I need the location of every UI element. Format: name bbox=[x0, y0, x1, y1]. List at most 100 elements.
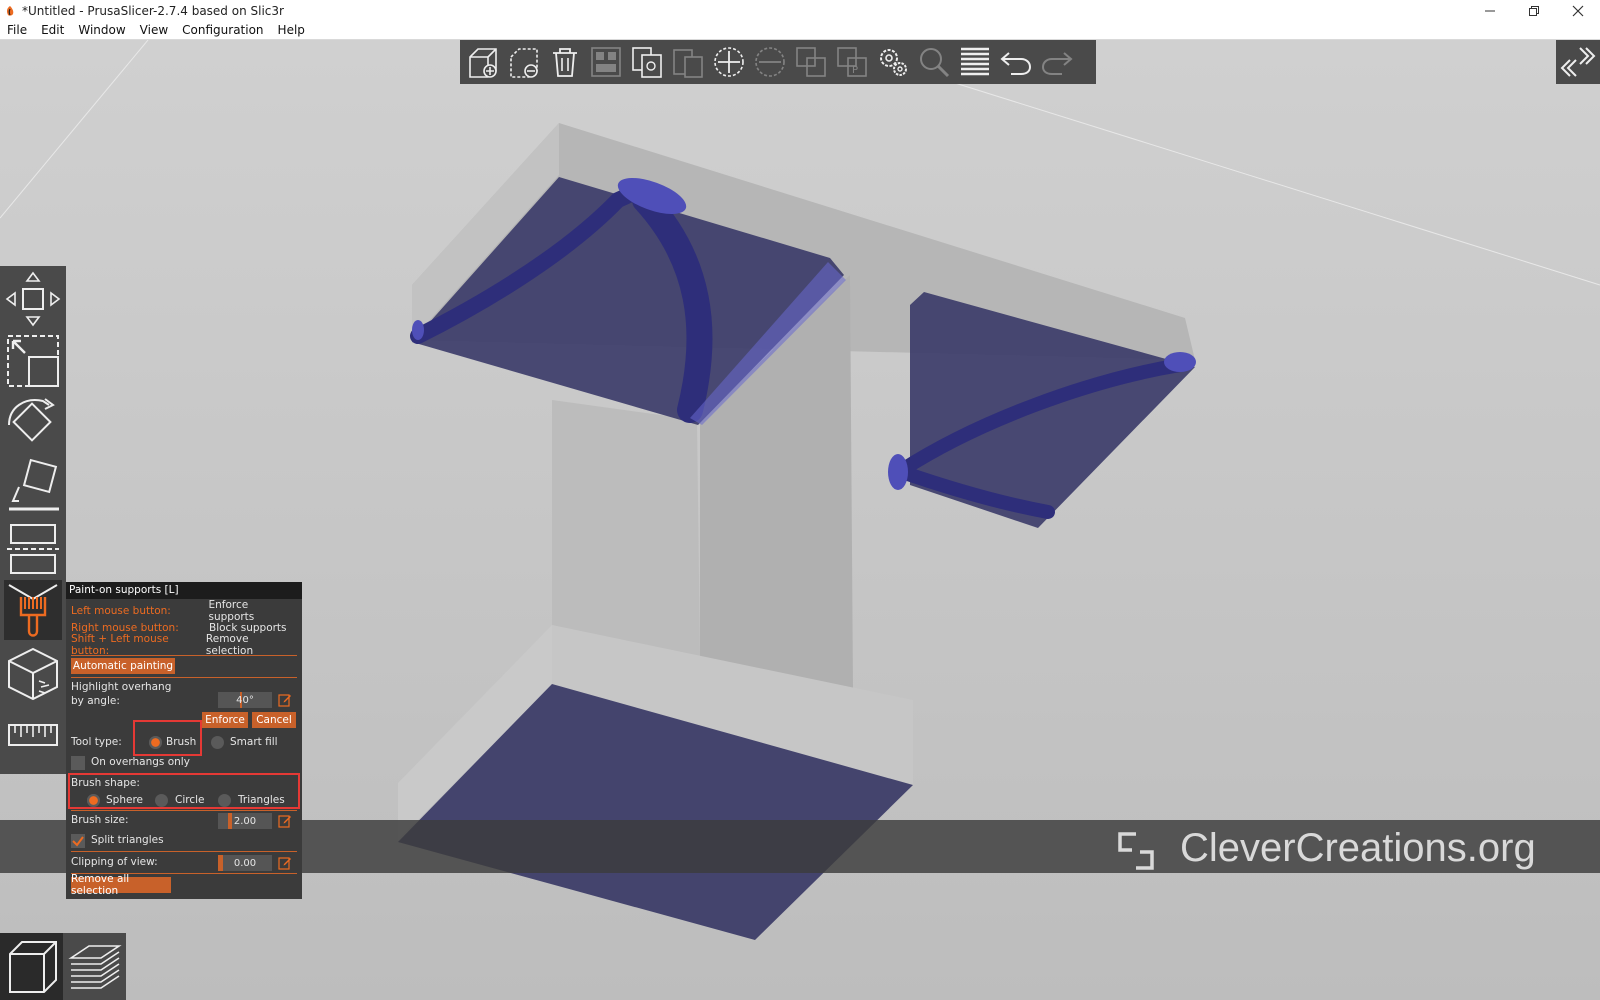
search-icon bbox=[920, 48, 950, 78]
mmu-segmentation-tool-button[interactable] bbox=[4, 644, 62, 704]
highlight-box-brush-shape bbox=[68, 773, 300, 809]
hint-key: Left mouse button: bbox=[71, 605, 171, 617]
menu-window[interactable]: Window bbox=[71, 23, 132, 37]
ruler-icon bbox=[8, 724, 58, 746]
edit-icon[interactable] bbox=[278, 814, 292, 828]
by-angle-label: by angle: bbox=[71, 695, 120, 707]
minimize-button[interactable] bbox=[1468, 0, 1512, 21]
close-icon bbox=[1572, 5, 1584, 16]
brush-size-slider[interactable]: 2.00 bbox=[218, 813, 272, 829]
hint-key: Shift + Left mouse button: bbox=[71, 633, 169, 657]
redo-icon bbox=[1041, 52, 1073, 75]
prusaslicer-logo-icon bbox=[6, 5, 14, 16]
highlight-overhang-label: Highlight overhang bbox=[71, 681, 172, 693]
remove-instance-icon bbox=[755, 47, 785, 77]
redo-button[interactable] bbox=[1038, 43, 1076, 81]
rotate-icon bbox=[8, 398, 55, 442]
add-instance-button[interactable] bbox=[710, 43, 748, 81]
split-triangles-label[interactable]: Split triangles bbox=[91, 834, 164, 846]
split-objects-button[interactable] bbox=[792, 43, 830, 81]
3d-view-button[interactable] bbox=[0, 933, 63, 1000]
arrange-button[interactable] bbox=[587, 43, 625, 81]
settings-button[interactable] bbox=[874, 43, 912, 81]
restore-icon bbox=[1529, 5, 1539, 16]
cube-paint-icon bbox=[8, 647, 58, 701]
place-on-face-tool-button[interactable] bbox=[4, 456, 62, 514]
overhangs-only-label[interactable]: On overhangs only bbox=[91, 756, 190, 768]
layers-icon bbox=[67, 944, 122, 989]
hint-value: Enforce supports bbox=[208, 599, 255, 623]
menu-edit[interactable]: Edit bbox=[34, 23, 71, 37]
add-button[interactable] bbox=[464, 43, 502, 81]
split-parts-button[interactable]: P bbox=[833, 43, 871, 81]
collapse-sidebar-button[interactable] bbox=[1556, 40, 1600, 84]
tool-smart-fill-label[interactable]: Smart fill bbox=[230, 736, 278, 748]
close-button[interactable] bbox=[1556, 0, 1600, 21]
add-instance-icon bbox=[714, 47, 744, 77]
paint-brush-icon bbox=[8, 584, 58, 637]
clipping-label: Clipping of view: bbox=[71, 856, 158, 868]
brush-size-value: 2.00 bbox=[233, 815, 257, 827]
overhang-angle-value: 40° bbox=[236, 694, 254, 706]
copy-button[interactable] bbox=[628, 43, 666, 81]
tool-smart-fill-radio[interactable] bbox=[211, 736, 224, 749]
menu-file[interactable]: File bbox=[0, 23, 34, 37]
clipping-value: 0.00 bbox=[233, 857, 257, 869]
rotate-tool-button[interactable] bbox=[4, 394, 62, 452]
brush-size-fill bbox=[228, 813, 232, 829]
overhang-angle-slider[interactable]: 40° bbox=[218, 692, 272, 708]
edit-icon[interactable] bbox=[278, 693, 292, 707]
delete-all-icon bbox=[553, 48, 577, 77]
hint-row-shift: Shift + Left mouse button: Remove select… bbox=[71, 633, 297, 657]
preview-button[interactable] bbox=[63, 933, 126, 1000]
panel-title: Paint-on supports [L] bbox=[66, 582, 302, 599]
scale-icon bbox=[7, 335, 59, 387]
cut-icon bbox=[7, 524, 59, 574]
scale-tool-button[interactable] bbox=[4, 332, 62, 390]
separator bbox=[71, 851, 297, 852]
paint-supports-tool-button[interactable] bbox=[4, 580, 62, 640]
delete-all-button[interactable] bbox=[546, 43, 584, 81]
window-title: *Untitled - PrusaSlicer-2.7.4 based on S… bbox=[22, 3, 284, 18]
watermark-text: CleverCreations.org bbox=[1180, 826, 1536, 870]
separator bbox=[71, 810, 297, 811]
gizmo-toolbar bbox=[0, 266, 66, 774]
measure-tool-button[interactable] bbox=[4, 710, 62, 760]
paste-button[interactable] bbox=[669, 43, 707, 81]
undo-button[interactable] bbox=[997, 43, 1035, 81]
automatic-painting-button[interactable]: Automatic painting bbox=[71, 658, 175, 674]
view-switcher bbox=[0, 933, 126, 1000]
brush-size-label: Brush size: bbox=[71, 814, 129, 826]
paste-icon bbox=[673, 49, 703, 78]
cut-tool-button[interactable] bbox=[4, 518, 62, 576]
title-bar: *Untitled - PrusaSlicer-2.7.4 based on S… bbox=[0, 0, 1600, 21]
remove-instance-button[interactable] bbox=[751, 43, 789, 81]
menu-configuration[interactable]: Configuration bbox=[175, 23, 270, 37]
restore-button[interactable] bbox=[1512, 0, 1556, 21]
cube-icon bbox=[8, 940, 57, 993]
minimize-icon bbox=[1485, 10, 1495, 11]
overhangs-only-checkbox[interactable] bbox=[71, 756, 85, 770]
edit-icon[interactable] bbox=[278, 856, 292, 870]
svg-text:P: P bbox=[852, 65, 858, 76]
search-button[interactable] bbox=[915, 43, 953, 81]
place-on-face-icon bbox=[9, 458, 59, 511]
cancel-button[interactable]: Cancel bbox=[252, 712, 296, 728]
split-parts-icon: P bbox=[837, 47, 867, 77]
delete-button[interactable] bbox=[505, 43, 543, 81]
copy-icon bbox=[632, 47, 662, 78]
hint-row-left: Left mouse button: Enforce supports bbox=[71, 599, 297, 623]
move-tool-button[interactable] bbox=[4, 270, 62, 328]
remove-all-selection-button[interactable]: Remove all selection bbox=[71, 873, 171, 897]
layers-editing-button[interactable] bbox=[956, 43, 994, 81]
paint-supports-panel: Paint-on supports [L] Left mouse button:… bbox=[66, 582, 302, 899]
split-triangles-checkbox[interactable] bbox=[71, 834, 85, 848]
hint-value: Remove selection bbox=[205, 633, 254, 657]
variable-layer-height-icon bbox=[880, 49, 907, 76]
clevercreations-logo-icon bbox=[1118, 832, 1154, 870]
menu-help[interactable]: Help bbox=[271, 23, 312, 37]
menu-view[interactable]: View bbox=[133, 23, 175, 37]
delete-icon bbox=[510, 48, 538, 78]
clipping-slider[interactable]: 0.00 bbox=[218, 855, 272, 871]
enforce-button[interactable]: Enforce bbox=[202, 712, 248, 728]
